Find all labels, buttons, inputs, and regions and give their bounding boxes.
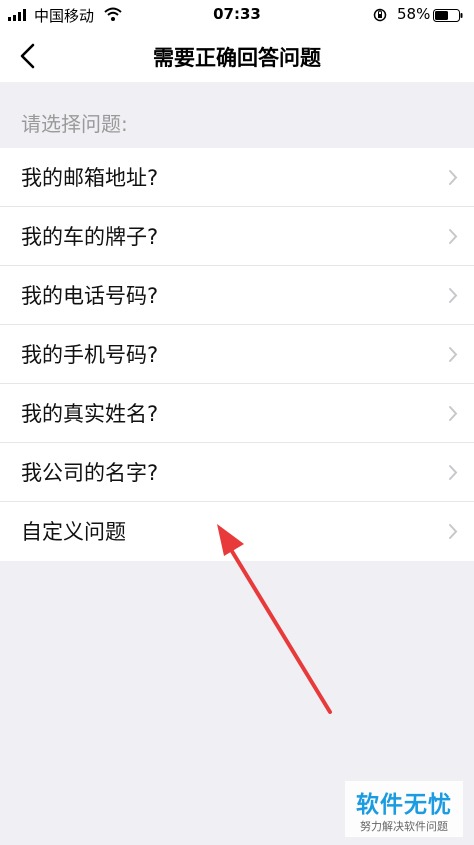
- chevron-right-icon: [449, 288, 458, 303]
- question-label: 我的电话号码?: [21, 284, 159, 308]
- chevron-right-icon: [449, 170, 458, 185]
- page-title: 需要正确回答问题: [153, 46, 321, 70]
- question-label: 我的真实姓名?: [21, 402, 159, 426]
- question-item-real-name[interactable]: 我的真实姓名?: [0, 384, 474, 443]
- chevron-right-icon: [449, 524, 458, 539]
- watermark: 软件无忧 努力解决软件问题: [345, 781, 463, 837]
- navigation-bar: 需要正确回答问题: [0, 30, 474, 82]
- question-item-custom[interactable]: 自定义问题: [0, 502, 474, 561]
- battery-icon: [433, 9, 463, 22]
- question-label: 我的手机号码?: [21, 343, 159, 367]
- section-header: 请选择问题:: [0, 82, 474, 148]
- section-header-label: 请选择问题:: [21, 112, 128, 136]
- question-label: 自定义问题: [21, 520, 126, 544]
- question-item-car-brand[interactable]: 我的车的牌子?: [0, 207, 474, 266]
- chevron-right-icon: [449, 406, 458, 421]
- chevron-right-icon: [449, 229, 458, 244]
- watermark-subtitle: 努力解决软件问题: [360, 820, 448, 833]
- question-label: 我的邮箱地址?: [21, 166, 159, 190]
- watermark-title: 软件无忧: [356, 792, 452, 818]
- chevron-right-icon: [449, 347, 458, 362]
- question-item-email[interactable]: 我的邮箱地址?: [0, 148, 474, 207]
- question-label: 我公司的名字?: [21, 461, 159, 485]
- question-label: 我的车的牌子?: [21, 225, 159, 249]
- orientation-lock-icon: [373, 8, 387, 22]
- question-item-company[interactable]: 我公司的名字?: [0, 443, 474, 502]
- question-item-mobile[interactable]: 我的手机号码?: [0, 325, 474, 384]
- battery-percent: 58%: [397, 5, 431, 23]
- question-item-phone[interactable]: 我的电话号码?: [0, 266, 474, 325]
- question-list: 我的邮箱地址? 我的车的牌子? 我的电话号码? 我的手机号码? 我的真实姓名? …: [0, 148, 474, 561]
- chevron-right-icon: [449, 465, 458, 480]
- status-bar: 中国移动 07:33 58%: [0, 0, 474, 30]
